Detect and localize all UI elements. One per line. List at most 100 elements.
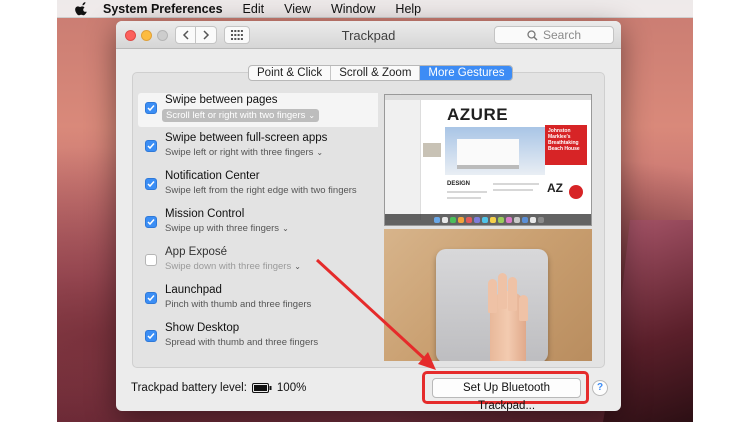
finger xyxy=(519,295,528,321)
chevron-down-icon: ⌄ xyxy=(294,262,301,271)
gesture-title: Swipe between pages xyxy=(165,94,278,106)
preview-badge: AZ xyxy=(547,181,563,195)
menu-view[interactable]: View xyxy=(284,2,311,16)
dock-app-icon xyxy=(474,216,480,223)
preview-brand: AZURE xyxy=(447,105,509,124)
battery-icon xyxy=(251,383,272,393)
checkmark-icon xyxy=(147,143,155,150)
gesture-show-desktop[interactable]: Show Desktop Spread with thumb and three… xyxy=(138,321,378,355)
preview-text-line xyxy=(493,183,539,185)
gesture-mission-control[interactable]: Mission Control Swipe up with three fing… xyxy=(138,207,378,241)
menu-help[interactable]: Help xyxy=(395,2,421,16)
dock-app-icon xyxy=(490,216,496,223)
chevron-down-icon: ⌄ xyxy=(316,148,324,157)
preview-thumbnail xyxy=(423,143,441,157)
checkbox[interactable] xyxy=(145,216,157,228)
gesture-swipe-fullscreen-apps[interactable]: Swipe between full-screen apps Swipe lef… xyxy=(138,131,378,165)
checkbox[interactable] xyxy=(145,330,157,342)
gesture-swipe-pages[interactable]: Swipe between pages Scroll left or right… xyxy=(138,93,412,131)
gesture-title: Mission Control xyxy=(165,208,245,220)
dock-app-icon xyxy=(498,216,504,223)
search-input[interactable]: Search xyxy=(494,26,614,44)
preview-text-line xyxy=(493,189,533,191)
tab-point-click[interactable]: Point & Click xyxy=(249,66,332,80)
gesture-subtitle: Swipe left from the right edge with two … xyxy=(165,185,357,196)
dock-app-icon xyxy=(458,216,464,223)
menu-edit[interactable]: Edit xyxy=(243,2,265,16)
setup-bluetooth-trackpad-button[interactable]: Set Up Bluetooth Trackpad... xyxy=(432,378,581,411)
battery-status: Trackpad battery level: 100% xyxy=(131,382,306,394)
checkbox[interactable] xyxy=(145,292,157,304)
chevron-down-icon: ⌄ xyxy=(282,224,289,233)
dock-app-icon xyxy=(522,216,528,223)
preview-sidebar xyxy=(385,100,421,220)
search-icon xyxy=(527,29,538,40)
preview-headline: Johnston Marklee's Breathtaking Beach Ho… xyxy=(548,128,580,152)
dock-app-icon xyxy=(466,216,472,223)
dock-app-icon xyxy=(450,216,456,223)
gesture-subtitle: Scroll left or right with two fingers xyxy=(166,110,306,121)
menu-window[interactable]: Window xyxy=(331,2,375,16)
finger xyxy=(498,273,507,309)
gesture-title: Notification Center xyxy=(165,170,260,182)
battery-label: Trackpad battery level: xyxy=(131,382,247,394)
tab-bar: Point & Click Scroll & Zoom More Gesture… xyxy=(248,65,514,81)
preview-text-line xyxy=(447,197,481,199)
gesture-subtitle: Pinch with thumb and three fingers xyxy=(165,299,311,310)
gesture-subtitle: Swipe up with three fingers xyxy=(165,223,280,234)
gesture-title: App Exposé xyxy=(165,246,228,258)
dock-app-icon xyxy=(442,216,448,223)
menu-app-name[interactable]: System Preferences xyxy=(103,2,223,16)
checkmark-icon xyxy=(147,105,155,112)
tab-scroll-zoom[interactable]: Scroll & Zoom xyxy=(331,66,421,80)
menu-bar: System Preferences Edit View Window Help xyxy=(57,0,693,18)
gesture-option-dropdown[interactable]: Swipe down with three fingers ⌄ xyxy=(165,261,301,272)
title-bar: Trackpad Search xyxy=(116,21,621,49)
checkmark-icon xyxy=(147,295,155,302)
trackpad-preferences-window: Trackpad Search Point & Click Scroll & Z… xyxy=(116,21,621,411)
search-placeholder: Search xyxy=(542,28,582,42)
gesture-preview-trackpad xyxy=(384,229,592,361)
preview-building xyxy=(457,139,519,169)
gesture-subtitle: Swipe down with three fingers xyxy=(165,261,292,272)
preview-red-circle xyxy=(569,185,583,199)
gesture-title: Launchpad xyxy=(165,284,222,296)
dock-app-icon xyxy=(506,216,512,223)
gesture-subtitle: Spread with thumb and three fingers xyxy=(165,337,318,348)
checkbox[interactable] xyxy=(145,254,157,266)
dock-app-icon xyxy=(482,216,488,223)
dock-app-icon xyxy=(514,216,520,223)
gesture-option-dropdown[interactable]: Swipe left or right with three fingers ⌄ xyxy=(165,147,323,158)
gesture-title: Swipe between full-screen apps xyxy=(165,132,328,144)
preview-text-line xyxy=(447,191,487,193)
battery-value: 100% xyxy=(276,382,307,394)
checkmark-icon xyxy=(147,333,155,340)
checkbox[interactable] xyxy=(145,140,157,152)
gesture-title: Show Desktop xyxy=(165,322,240,334)
gesture-preview-screen: AZURE Johnston Marklee's Breathtaking Be… xyxy=(384,94,592,226)
finger xyxy=(488,279,497,313)
dock-app-icon xyxy=(434,216,440,223)
gesture-subtitle: Swipe left or right with three fingers xyxy=(165,147,314,158)
chevron-down-icon: ⌄ xyxy=(308,111,316,120)
checkmark-icon xyxy=(147,219,155,226)
checkbox[interactable] xyxy=(145,102,157,114)
checkmark-icon xyxy=(147,181,155,188)
gesture-option-dropdown[interactable]: Scroll left or right with two fingers ⌄ xyxy=(162,109,320,122)
gesture-subtitle-text: Pinch with thumb and three fingers xyxy=(165,299,312,310)
gesture-subtitle-text: Spread with thumb and three fingers xyxy=(165,337,319,348)
finger xyxy=(508,277,517,311)
dock-app-icon xyxy=(530,216,536,223)
gesture-option-dropdown[interactable]: Swipe up with three fingers ⌄ xyxy=(165,223,289,234)
dock-app-icon xyxy=(538,216,544,223)
gesture-launchpad[interactable]: Launchpad Pinch with thumb and three fin… xyxy=(138,283,378,317)
gesture-notification-center[interactable]: Notification Center Swipe left from the … xyxy=(138,169,378,203)
preview-section: DESIGN xyxy=(447,181,471,187)
preview-dock xyxy=(385,214,591,225)
help-button[interactable]: ? xyxy=(592,380,608,396)
tab-more-gestures[interactable]: More Gestures xyxy=(420,66,513,80)
apple-icon[interactable] xyxy=(75,1,89,16)
gesture-app-expose[interactable]: App Exposé Swipe down with three fingers… xyxy=(138,245,378,279)
gesture-subtitle-text: Swipe left from the right edge with two … xyxy=(165,185,357,196)
checkbox[interactable] xyxy=(145,178,157,190)
